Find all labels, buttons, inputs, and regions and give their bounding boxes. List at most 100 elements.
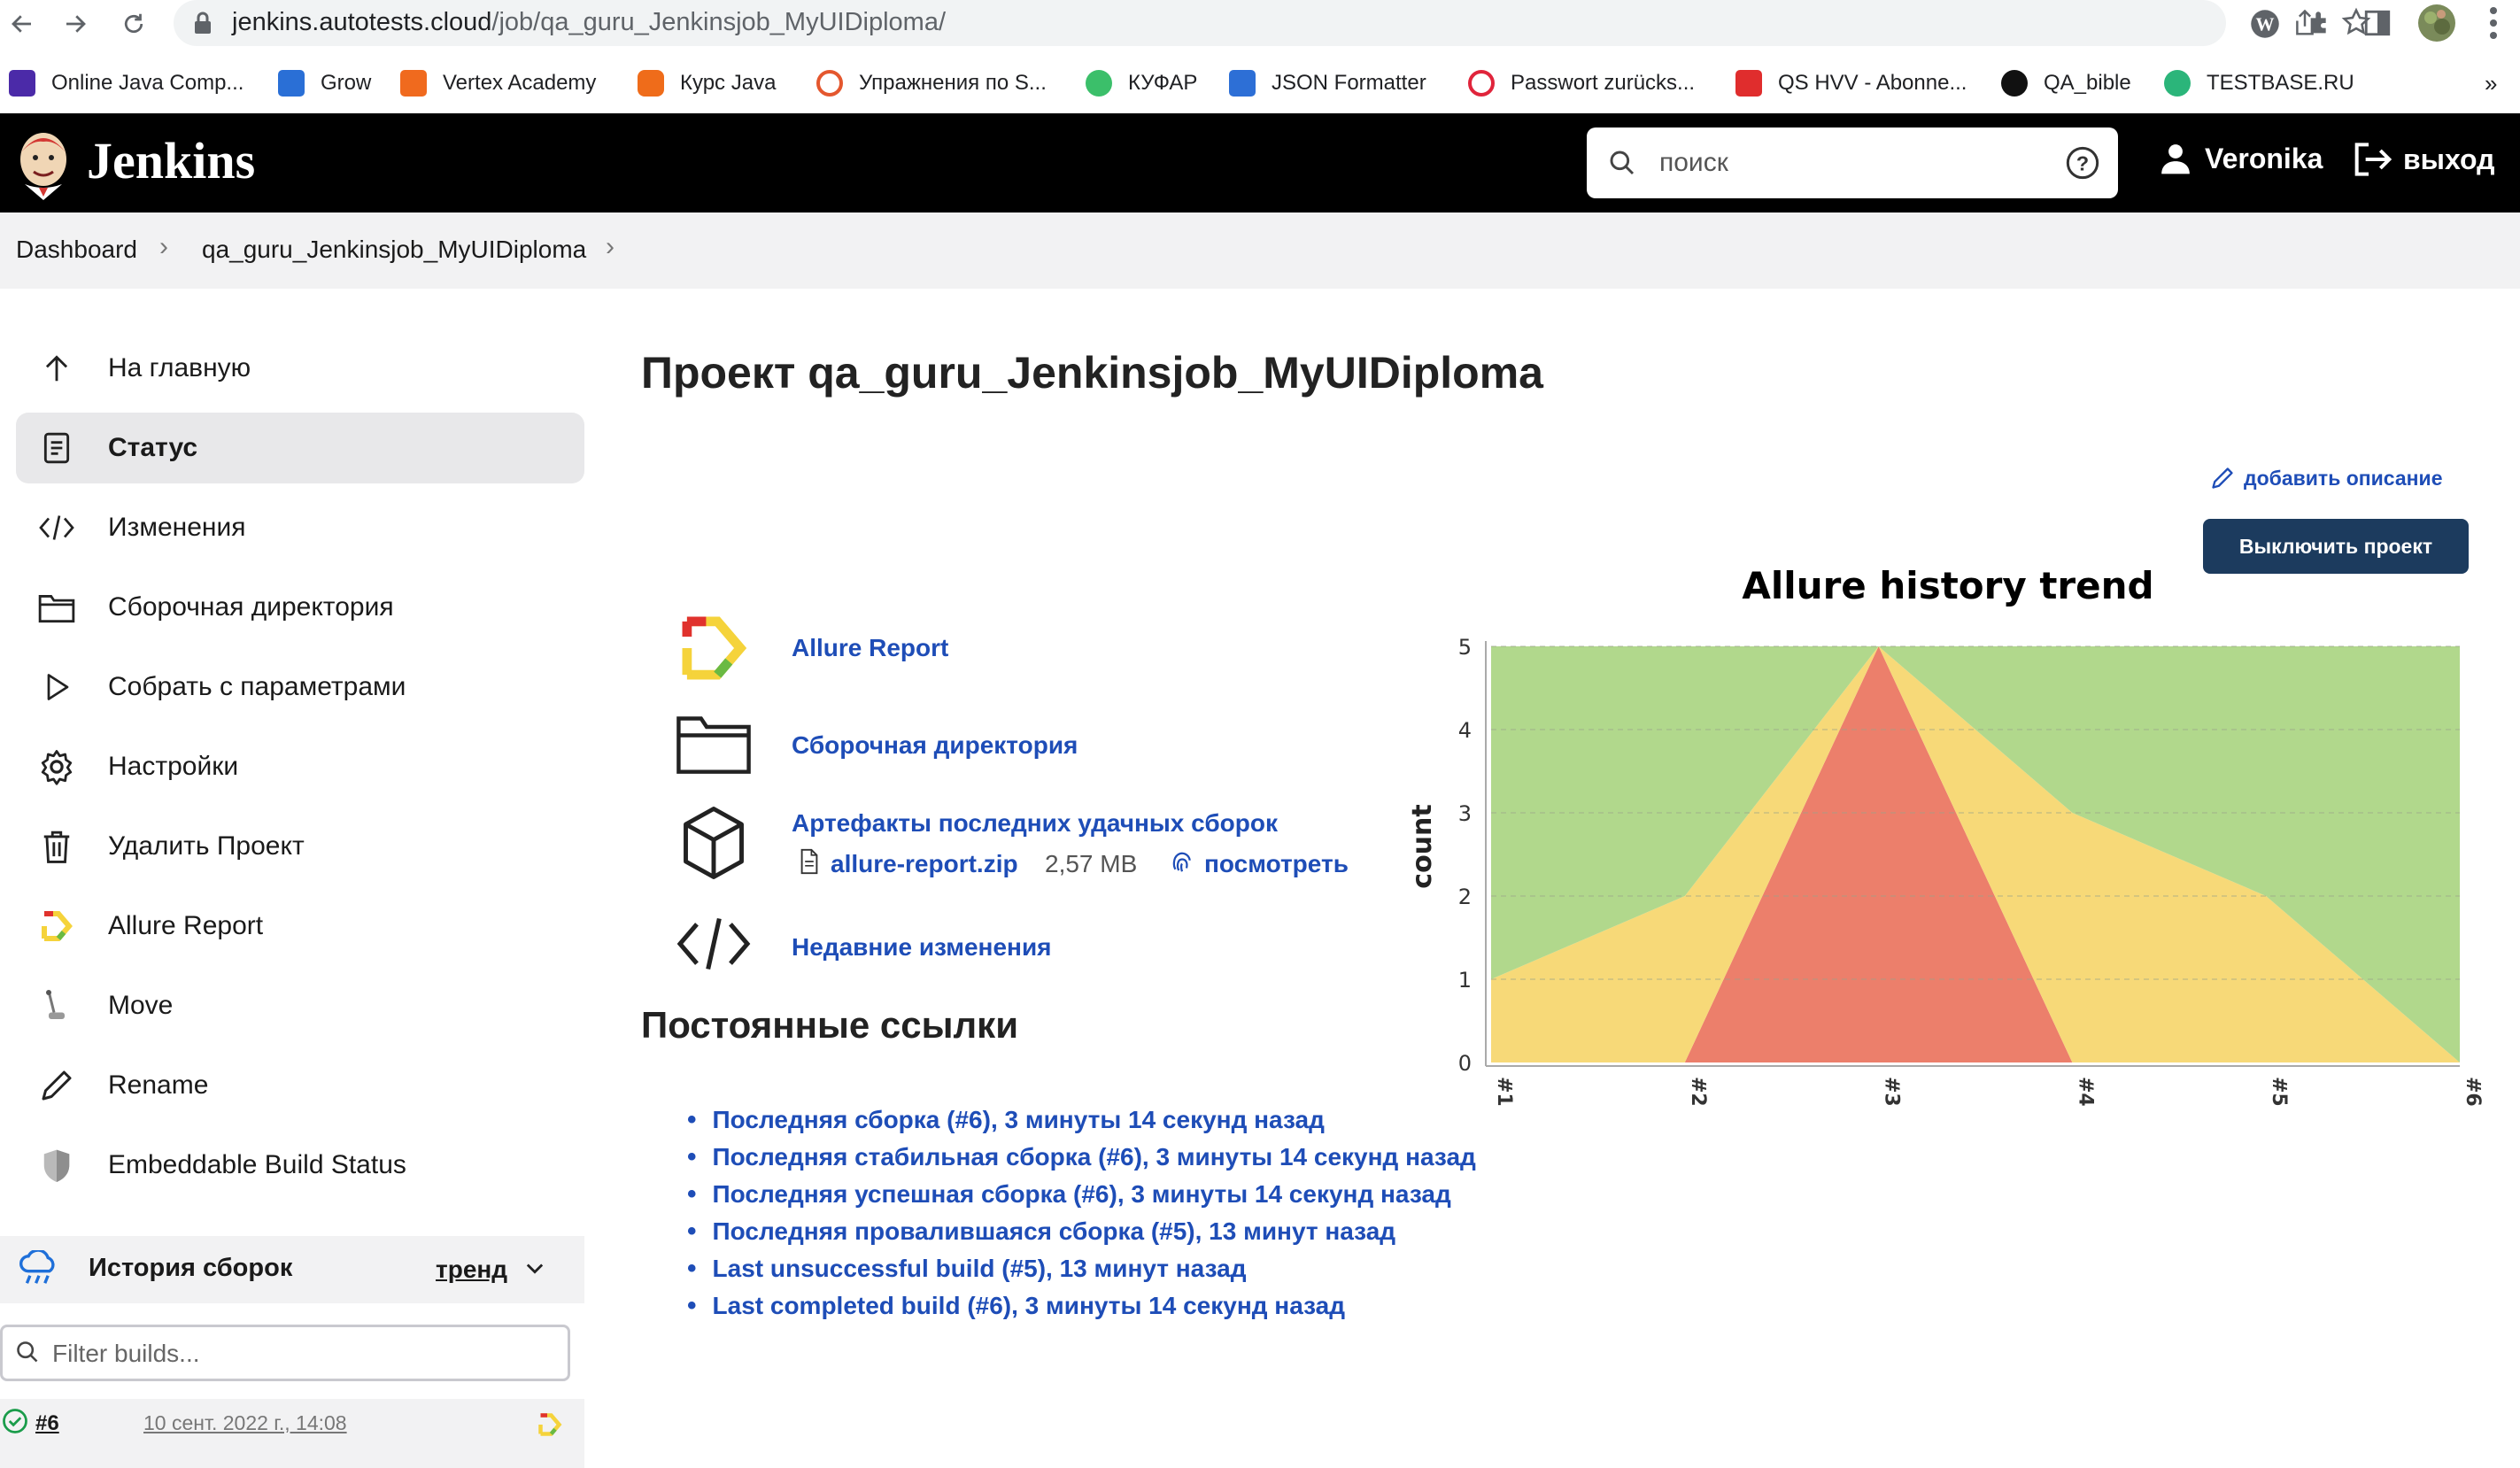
jenkins-logo-icon[interactable]: [12, 126, 74, 205]
build-date-link[interactable]: 10 сент. 2022 г., 14:08: [143, 1411, 347, 1435]
trend-link[interactable]: тренд: [436, 1256, 507, 1284]
chart-x-tick-label: #6: [2462, 1077, 2484, 1107]
vertex-icon: [400, 70, 427, 97]
add-description-label: добавить описание: [2244, 466, 2443, 490]
jenkins-logo-text[interactable]: Jenkins: [87, 131, 255, 190]
search-input[interactable]: [1659, 143, 2040, 182]
bookmark-testbase[interactable]: TESTBASE.RU: [2164, 67, 2354, 99]
sidebar-item-move[interactable]: Move: [16, 970, 584, 1041]
search-box[interactable]: ?: [1587, 127, 2118, 198]
sidepanel-icon[interactable]: [2362, 8, 2392, 42]
allure-trend-chart[interactable]: Allure history trend count 0 1 2 3 4 5 #1 #2 #3 #…: [1407, 564, 2488, 1116]
bookmark-passwort[interactable]: Passwort zurücks...: [1468, 67, 1695, 99]
back-button[interactable]: [4, 5, 41, 42]
url-path: /job/qa_guru_Jenkinsjob_MyUIDiploma/: [491, 8, 947, 36]
sidebar-item-changes[interactable]: Изменения: [16, 492, 584, 563]
chart-y-tick-label: 4: [1458, 718, 1472, 743]
chart-y-tick-label: 5: [1458, 635, 1472, 660]
sidebar-item-delete-project[interactable]: Удалить Проект: [16, 811, 584, 882]
bookmark-qa-bible[interactable]: QA_bible: [2001, 67, 2131, 99]
permalink-item[interactable]: Последняя успешная сборка (#6), 3 минуты…: [687, 1176, 1476, 1213]
artifacts-link[interactable]: Артефакты последних удачных сборок: [792, 809, 1278, 838]
breadcrumb-dashboard[interactable]: Dashboard: [16, 236, 137, 264]
bookmarks-overflow-icon[interactable]: »: [2485, 67, 2497, 99]
filter-builds-input[interactable]: [52, 1338, 548, 1370]
disable-project-button[interactable]: Выключить проект: [2203, 519, 2469, 574]
folder-icon: [669, 699, 758, 788]
build-row: #6 10 сент. 2022 г., 14:08: [0, 1399, 584, 1468]
add-description-link[interactable]: добавить описание: [2210, 466, 2443, 491]
sidebar-item-label: Настройки: [108, 752, 239, 781]
artifact-file-link[interactable]: allure-report.zip: [831, 850, 1018, 878]
chevron-right-icon[interactable]: ›: [606, 232, 615, 262]
bookmark-exercises[interactable]: Упражнения по S...: [816, 67, 1047, 99]
address-bar[interactable]: jenkins.autotests.cloud/job/qa_guru_Jenk…: [174, 0, 2371, 46]
forward-button[interactable]: [57, 5, 94, 42]
recent-changes-link[interactable]: Недавние изменения: [792, 933, 1052, 962]
bolt-icon: [9, 70, 35, 97]
sidebar-item-rename[interactable]: Rename: [16, 1050, 584, 1121]
permalink-item[interactable]: Последняя сборка (#6), 3 минуты 14 секун…: [687, 1101, 1476, 1139]
sidebar-item-label: На главную: [108, 353, 251, 382]
artifact-size: 2,57 MB: [1045, 850, 1138, 877]
user-name: Veronika: [2205, 142, 2323, 174]
sidebar-item-settings[interactable]: Настройки: [16, 731, 584, 802]
bookmark-json-formatter[interactable]: JSON Formatter: [1229, 67, 1426, 99]
bookmark-grow[interactable]: Grow: [278, 67, 371, 99]
url-text: jenkins.autotests.cloud/job/qa_guru_Jenk…: [232, 8, 946, 37]
chart-x-tick-label: #5: [2268, 1077, 2290, 1107]
logout-label: выход: [2403, 143, 2495, 175]
permalink-item[interactable]: Last unsuccessful build (#5), 13 минут н…: [687, 1250, 1476, 1287]
chart-x-tick-label: #2: [1687, 1077, 1709, 1107]
chevron-down-icon[interactable]: [522, 1256, 547, 1285]
sidebar-item-label: Rename: [108, 1070, 209, 1100]
workspace-link[interactable]: Сборочная директория: [792, 731, 1078, 760]
reload-button[interactable]: [115, 5, 152, 42]
sidebar-item-home[interactable]: На главную: [16, 333, 584, 404]
profile-avatar[interactable]: [2417, 4, 2456, 47]
lock-icon: [193, 11, 213, 40]
allure-icon: [35, 905, 78, 947]
permalinks-list: Последняя сборка (#6), 3 минуты 14 секун…: [687, 1101, 1476, 1325]
bookmark-vertex[interactable]: Vertex Academy: [400, 67, 596, 99]
bookmark-label: QA_bible: [2044, 71, 2131, 95]
bookmark-label: QS HVV - Abonne...: [1778, 71, 1967, 95]
fingerprint-icon: [1169, 846, 1195, 881]
sidebar-item-allure-report[interactable]: Allure Report: [16, 891, 584, 962]
permalink-item[interactable]: Последняя провалившаяся сборка (#5), 13 …: [687, 1213, 1476, 1250]
chart-y-axis-label: count: [1408, 804, 1438, 888]
bookmark-qs-hvv[interactable]: QS HVV - Abonne...: [1735, 67, 1967, 99]
sidebar-item-embeddable-status[interactable]: Embeddable Build Status: [16, 1130, 584, 1201]
allure-report-link[interactable]: Allure Report: [792, 634, 948, 662]
bookmark-kurs-java[interactable]: Курс Java: [638, 67, 776, 99]
svg-text:W: W: [2256, 14, 2275, 35]
chart-y-tick-label: 3: [1458, 801, 1472, 826]
browser-toolbar: jenkins.autotests.cloud/job/qa_guru_Jenk…: [0, 0, 2520, 48]
artifact-view-link[interactable]: посмотреть: [1204, 850, 1349, 878]
filter-builds-box[interactable]: [0, 1325, 570, 1381]
sidebar-item-status[interactable]: Статус: [16, 413, 584, 483]
permalink-item[interactable]: Последняя стабильная сборка (#6), 3 мину…: [687, 1139, 1476, 1176]
sidebar-item-label: Сборочная директория: [108, 592, 394, 622]
bookmark-online-java[interactable]: Online Java Comp...: [9, 67, 243, 99]
sidebar-item-build-with-params[interactable]: Собрать с параметрами: [16, 652, 584, 722]
logout-link[interactable]: выход: [2354, 142, 2494, 177]
more-icon[interactable]: [2479, 4, 2508, 47]
bookmarks-bar: Online Java Comp... Grow Vertex Academy …: [0, 62, 2520, 104]
bookmark-kufar[interactable]: КУФАР: [1086, 67, 1197, 99]
user-link[interactable]: Veronika: [2159, 142, 2323, 175]
arrow-up-icon: [35, 347, 78, 390]
help-icon[interactable]: ?: [2065, 145, 2100, 185]
permalink-item[interactable]: Last completed build (#6), 3 минуты 14 с…: [687, 1287, 1476, 1325]
extensions-icon[interactable]: [2306, 8, 2336, 42]
chart-y-tick-label: 2: [1458, 885, 1472, 909]
breadcrumb-job[interactable]: qa_guru_Jenkinsjob_MyUIDiploma: [202, 236, 586, 264]
wordpress-icon[interactable]: W: [2249, 8, 2281, 44]
jenkins-header: Jenkins ? Veronika выход: [0, 113, 2520, 212]
chevron-right-icon[interactable]: ›: [159, 232, 168, 262]
sidebar-item-workspace[interactable]: Сборочная директория: [16, 572, 584, 643]
allure-icon[interactable]: [537, 1411, 563, 1442]
kufar-icon: [1086, 70, 1112, 97]
bookmark-label: Passwort zurücks...: [1511, 71, 1696, 95]
build-number-link[interactable]: #6: [35, 1411, 59, 1436]
